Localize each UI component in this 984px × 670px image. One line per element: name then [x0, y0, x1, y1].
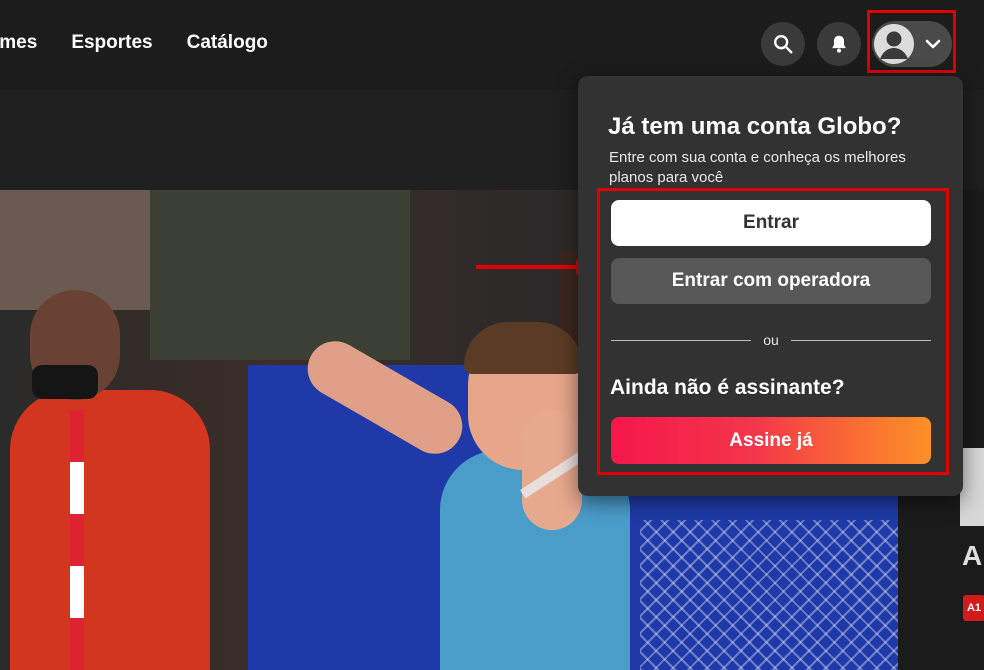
popup-title: Já tem uma conta Globo? — [608, 113, 902, 140]
highlight-profile-box — [867, 10, 956, 73]
main-nav: lmes Esportes Catálogo — [0, 32, 268, 54]
search-button[interactable] — [761, 22, 805, 66]
search-icon — [774, 35, 793, 54]
nav-item-filmes[interactable]: lmes — [0, 32, 37, 54]
bell-icon — [832, 35, 846, 53]
nav-item-catalogo[interactable]: Catálogo — [187, 32, 268, 54]
popup-subtitle: Entre com sua conta e conheça os melhore… — [609, 149, 906, 186]
age-rating-badge: A1 — [963, 595, 984, 621]
nav-item-esportes[interactable]: Esportes — [71, 32, 152, 54]
notifications-button[interactable] — [817, 22, 861, 66]
highlight-options-box — [597, 188, 949, 475]
side-letter: A — [962, 540, 983, 571]
